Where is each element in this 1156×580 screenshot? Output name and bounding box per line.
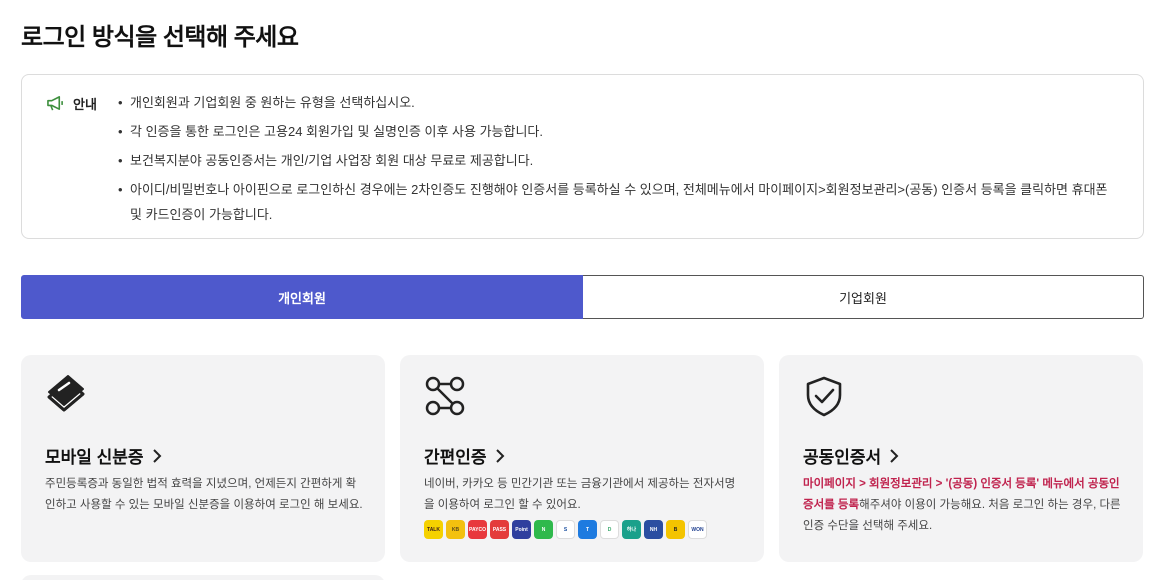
provider-logo-icon: KB: [446, 520, 465, 539]
chevron-right-icon: [152, 448, 161, 463]
provider-logo-icon: TALK: [424, 520, 443, 539]
provider-logo-icon: N: [534, 520, 553, 539]
tab-individual-member[interactable]: 개인회원: [21, 275, 583, 319]
provider-logo-icon: PAYCO: [468, 520, 487, 539]
notice-item: 아이디/비밀번호나 아이핀으로 로그인하신 경우에는 2차인증도 진행해야 인증…: [118, 177, 1118, 227]
provider-logo-icon: Point: [512, 520, 531, 539]
next-card-peek: [21, 575, 385, 580]
simple-auth-card[interactable]: 간편인증 네이버, 카카오 등 민간기관 또는 금융기관에서 제공하는 전자서명…: [400, 355, 764, 562]
tab-corporate-member[interactable]: 기업회원: [583, 275, 1144, 319]
certificate-title[interactable]: 공동인증서: [803, 443, 899, 468]
provider-logo-icon: 하나: [622, 520, 641, 539]
notice-label: 안내: [73, 97, 97, 112]
notice-list: 개인회원과 기업회원 중 원하는 유형을 선택하십시오. 각 인증을 통한 로그…: [118, 90, 1118, 231]
provider-logo-icon: NH: [644, 520, 663, 539]
mobile-id-card[interactable]: 모바일 신분증 주민등록증과 동일한 법적 효력을 지녔으며, 언제든지 간편하…: [21, 355, 385, 562]
provider-logo-icon: S: [556, 520, 575, 539]
notice-box: 안내 개인회원과 기업회원 중 원하는 유형을 선택하십시오. 각 인증을 통한…: [21, 74, 1144, 239]
notice-header: 안내: [46, 94, 97, 113]
chevron-right-icon: [890, 448, 899, 463]
simple-auth-title[interactable]: 간편인증: [424, 443, 505, 468]
simple-auth-title-text: 간편인증: [424, 448, 487, 467]
chevron-right-icon: [495, 448, 504, 463]
page-title: 로그인 방식을 선택해 주세요: [21, 24, 299, 51]
certificate-card[interactable]: 공동인증서 마이페이지 > 회원정보관리 > '(공동) 인증서 등록' 메뉴에…: [779, 355, 1143, 562]
megaphone-icon: [47, 96, 63, 111]
provider-logo-icon: WON: [688, 520, 707, 539]
mobile-id-description: 주민등록증과 동일한 법적 효력을 지녔으며, 언제든지 간편하게 확인하고 사…: [45, 478, 363, 511]
mobile-id-title-text: 모바일 신분증: [45, 448, 144, 467]
provider-logo-icon: D: [600, 520, 619, 539]
notice-item: 각 인증을 통한 로그인은 고용24 회원가입 및 실명인증 이후 사용 가능합…: [118, 119, 1118, 144]
provider-logo-icon: B: [666, 520, 685, 539]
member-type-tabs: 개인회원 기업회원: [21, 275, 1144, 319]
certificate-title-text: 공동인증서: [803, 448, 882, 467]
notice-item: 보건복지분야 공동인증서는 개인/기업 사업장 회원 대상 무료로 제공합니다.: [118, 148, 1118, 173]
notice-item: 개인회원과 기업회원 중 원하는 유형을 선택하십시오.: [118, 90, 1118, 115]
mobile-id-title[interactable]: 모바일 신분증: [45, 443, 162, 468]
simple-auth-description: 네이버, 카카오 등 민간기관 또는 금융기관에서 제공하는 전자서명을 이용하…: [424, 478, 736, 511]
shield-check-icon: [806, 376, 842, 417]
simple-auth-nodes-icon: [425, 376, 465, 416]
provider-logo-icon: T: [578, 520, 597, 539]
provider-logo-icon: PASS: [490, 520, 509, 539]
certificate-description: 마이페이지 > 회원정보관리 > '(공동) 인증서 등록' 메뉴에서 공동인증…: [803, 474, 1121, 537]
mobile-id-layers-icon: [47, 375, 85, 412]
auth-provider-logos: TALK KB PAYCO PASS Point N S T D 하나 NH B WON: [424, 520, 707, 539]
